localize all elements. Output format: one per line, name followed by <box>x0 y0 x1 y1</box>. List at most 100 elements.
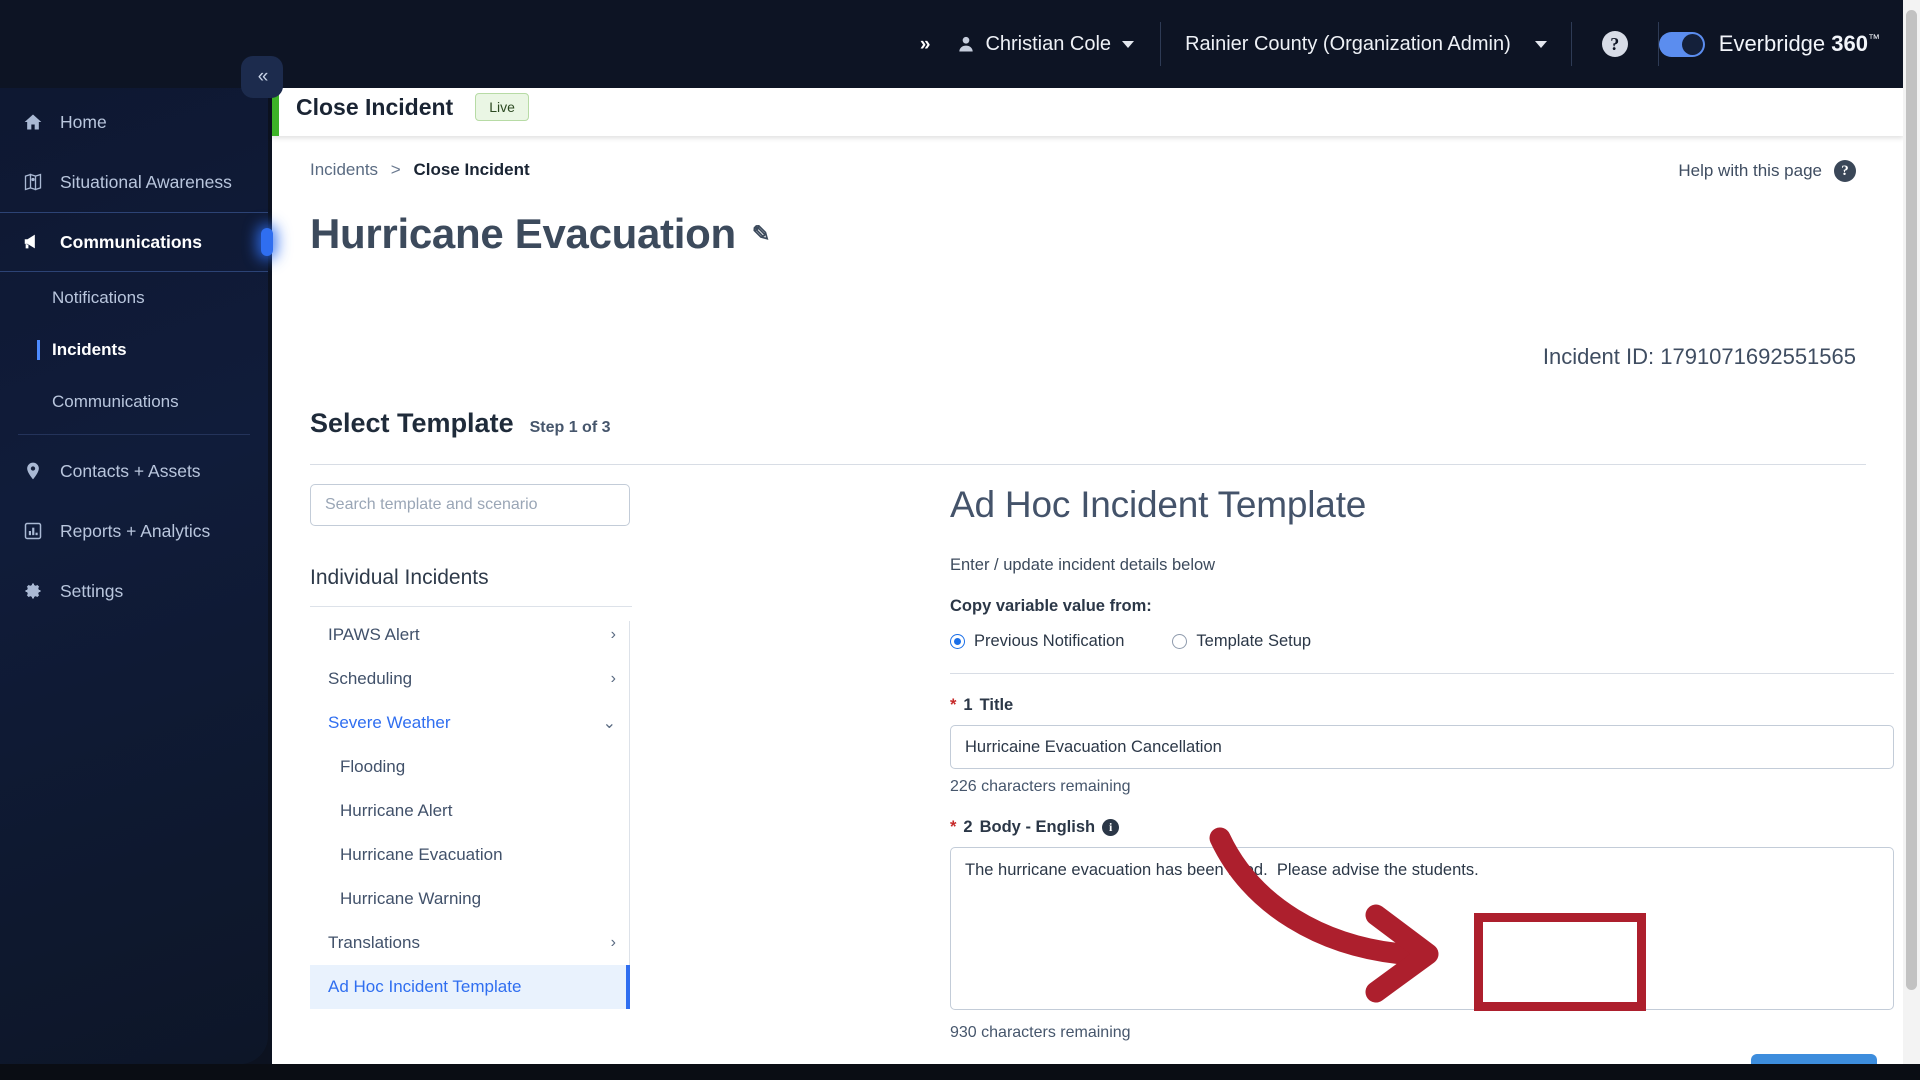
organization-selector[interactable]: Rainier County (Organization Admin) <box>1161 33 1571 56</box>
template-row-label: Hurricane Alert <box>340 801 453 820</box>
sidebar-item-situational-awareness[interactable]: Situational Awareness <box>0 152 268 212</box>
sidebar-item-notifications[interactable]: Notifications <box>0 272 268 324</box>
sidebar-subitem-label: Incidents <box>52 340 127 359</box>
body-chars-remaining: 930 characters remaining <box>950 1024 1131 1041</box>
info-icon[interactable]: i <box>1102 819 1120 836</box>
template-row-label: Scheduling <box>328 669 413 688</box>
incident-title: Hurricane Evacuation ✎ <box>310 210 770 258</box>
scrollbar-thumb[interactable] <box>1906 10 1917 990</box>
title-field-label: * 1 Title <box>950 696 1902 715</box>
template-row-ipaws-alert[interactable]: IPAWS Alert › <box>310 613 630 657</box>
body-textarea[interactable] <box>950 847 1894 1010</box>
incident-id-label: Incident ID: 1791071692551565 <box>1542 344 1856 369</box>
organization-name-label: Rainier County (Organization Admin) <box>1185 32 1511 55</box>
template-row-label: Hurricane Warning <box>340 889 482 908</box>
app-root: » Christian Cole Rainier County (Organiz… <box>0 0 1920 1080</box>
pencil-icon[interactable]: ✎ <box>752 221 770 247</box>
everbridge-360-toggle[interactable]: Everbridge 360™ <box>1658 31 1920 57</box>
sidebar-subitem-label: Notifications <box>52 288 145 307</box>
template-group-title: Individual Incidents <box>310 566 489 589</box>
sidebar-item-label: Situational Awareness <box>60 171 232 192</box>
sidebar-item-home[interactable]: Home <box>0 92 268 152</box>
field-label-text: Title <box>979 696 1014 714</box>
sidebar-item-communications[interactable]: Communications <box>0 212 268 272</box>
template-row-hurricane-evacuation[interactable]: Hurricane Evacuation <box>310 833 630 877</box>
form-divider <box>950 673 1894 674</box>
breadcrumb-separator: > <box>390 160 401 179</box>
template-row-label: Translations <box>328 933 420 952</box>
title-chars-remaining: 226 characters remaining <box>950 778 1131 795</box>
user-menu[interactable]: Christian Cole <box>946 33 1160 56</box>
radio-previous-notification[interactable]: Previous Notification <box>950 632 1124 651</box>
chevrons-right-icon[interactable]: » <box>902 35 947 54</box>
sidebar-item-label: Settings <box>60 580 124 601</box>
topbar-right-group: » Christian Cole Rainier County (Organiz… <box>902 0 1920 88</box>
search-input[interactable] <box>310 484 630 526</box>
template-row-ad-hoc-incident-template[interactable]: Ad Hoc Incident Template <box>310 965 630 1009</box>
chevron-right-icon: › <box>610 934 616 951</box>
section-divider <box>310 464 1866 465</box>
copy-variable-label: Copy variable value from: <box>950 597 1152 615</box>
chevron-down-icon <box>1122 40 1135 48</box>
incident-title-text: Hurricane Evacuation <box>310 210 736 257</box>
step-counter: Step 1 of 3 <box>529 419 611 436</box>
sidebar-item-contacts-assets[interactable]: Contacts + Assets <box>0 441 268 501</box>
template-row-hurricane-warning[interactable]: Hurricane Warning <box>310 877 630 921</box>
template-row-hurricane-alert[interactable]: Hurricane Alert <box>310 789 630 833</box>
location-icon <box>22 461 44 481</box>
sidebar-subitem-label: Communications <box>52 392 179 411</box>
field-number: 2 <box>963 818 973 836</box>
bar-chart-icon <box>22 521 44 541</box>
radio-button-selected[interactable] <box>950 634 965 649</box>
chevron-down-icon <box>1534 40 1547 48</box>
main-content: Incidents > Close Incident Help with thi… <box>272 136 1904 1064</box>
sidebar: everbridge™ Home Situational Awareness C… <box>0 0 268 1064</box>
question-circle-icon: ? <box>1834 160 1856 182</box>
form-subtitle: Enter / update incident details below <box>950 556 1216 574</box>
template-row-scheduling[interactable]: Scheduling › <box>310 657 630 701</box>
title-input[interactable] <box>950 725 1894 769</box>
sidebar-item-incidents[interactable]: Incidents <box>0 324 268 376</box>
help-icon[interactable]: ? <box>1601 31 1628 57</box>
toggle-switch[interactable] <box>1658 31 1705 57</box>
step-header: Select Template Step 1 of 3 <box>310 408 611 439</box>
page-scrollbar[interactable] <box>1903 0 1920 1064</box>
next-button[interactable]: Next > <box>1751 1054 1877 1064</box>
radio-label: Previous Notification <box>974 632 1125 650</box>
template-row-label: Severe Weather <box>328 713 451 732</box>
template-panel: Individual Incidents IPAWS Alert › Sched… <box>310 484 632 1009</box>
person-icon <box>959 36 974 52</box>
help-with-this-page-link[interactable]: Help with this page ? <box>1678 160 1856 182</box>
template-row-flooding[interactable]: Flooding <box>310 745 630 789</box>
sidebar-item-settings[interactable]: Settings <box>0 561 268 621</box>
sidebar-item-communications-sub[interactable]: Communications <box>0 376 268 428</box>
template-row-label: Ad Hoc Incident Template <box>328 977 522 996</box>
megaphone-icon <box>22 231 44 253</box>
gear-icon <box>22 581 44 601</box>
help-link-label: Help with this page <box>1678 161 1822 180</box>
template-row-label: Hurricane Evacuation <box>340 845 503 864</box>
form-title: Ad Hoc Incident Template <box>950 484 1367 525</box>
sidebar-item-label: Contacts + Assets <box>60 460 201 481</box>
everbridge-360-label: Everbridge 360™ <box>1718 31 1880 56</box>
sidebar-item-reports-analytics[interactable]: Reports + Analytics <box>0 501 268 561</box>
breadcrumb-link-incidents[interactable]: Incidents <box>310 160 378 179</box>
radio-template-setup[interactable]: Template Setup <box>1172 632 1311 651</box>
top-navigation-bar: » Christian Cole Rainier County (Organiz… <box>0 0 1920 88</box>
template-row-severe-weather[interactable]: Severe Weather ⌄ <box>310 701 630 745</box>
sidebar-item-label: Home <box>60 111 107 132</box>
chevron-right-icon: › <box>610 626 616 643</box>
chevron-right-icon: › <box>610 670 616 687</box>
sidebar-collapse-button[interactable]: « <box>241 56 283 98</box>
chevron-down-icon: ⌄ <box>602 715 616 732</box>
template-list: IPAWS Alert › Scheduling › Severe Weathe… <box>310 613 630 1009</box>
template-row-label: Flooding <box>340 757 406 776</box>
template-form-panel: Ad Hoc Incident Template Enter / update … <box>950 484 1902 1064</box>
template-row-label: IPAWS Alert <box>328 625 420 644</box>
template-row-translations[interactable]: Translations › <box>310 921 630 965</box>
sidebar-item-label: Reports + Analytics <box>60 520 211 541</box>
body-field-label: * 2 Body - English i <box>950 818 1902 837</box>
radio-button[interactable] <box>1172 634 1188 649</box>
sidebar-divider <box>18 434 250 435</box>
breadcrumb: Incidents > Close Incident <box>310 160 530 180</box>
